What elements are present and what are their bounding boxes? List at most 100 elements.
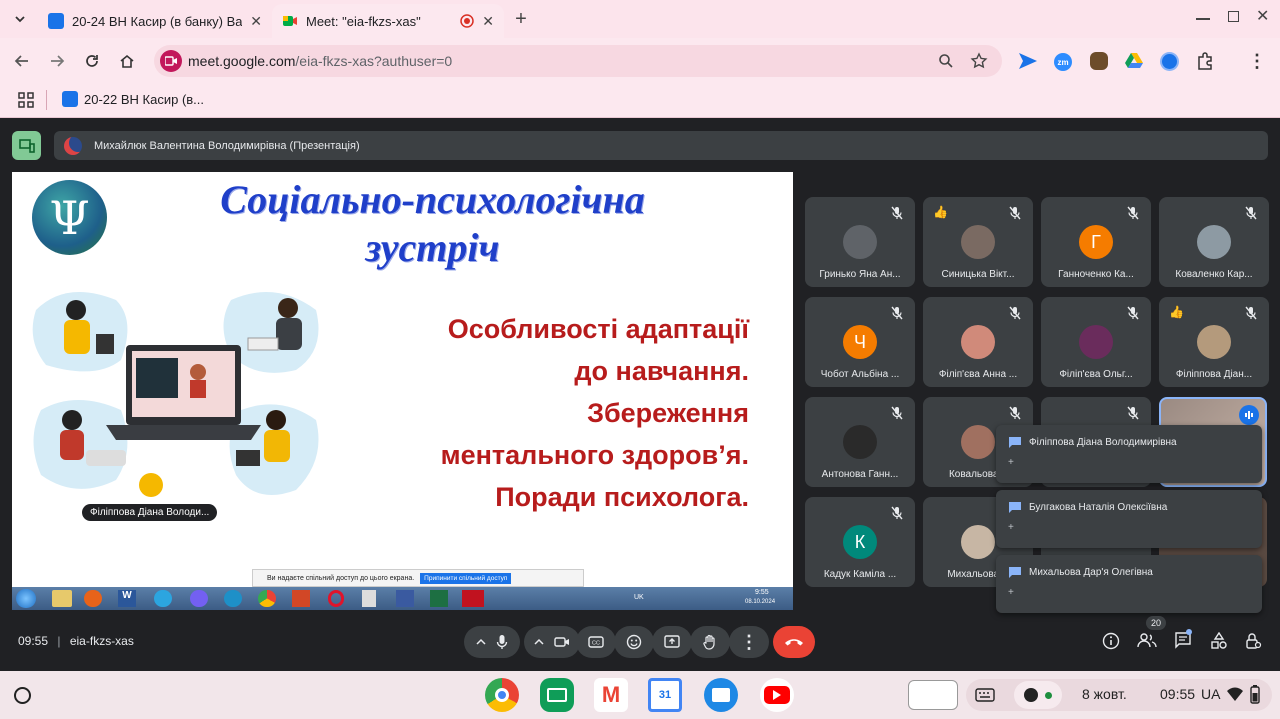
chat-notification[interactable]: Булгакова Наталія Олексіївна + bbox=[996, 490, 1262, 548]
holding-space-thumbnail[interactable] bbox=[908, 680, 958, 710]
youtube-app-icon[interactable] bbox=[760, 678, 794, 712]
participant-tile[interactable]: Філіппова Діан... 👍 bbox=[1159, 297, 1269, 387]
screen-share-icon bbox=[1023, 688, 1038, 702]
activities-icon[interactable] bbox=[1210, 632, 1228, 650]
shelf-lang[interactable]: UA bbox=[1201, 686, 1220, 702]
taskbar-time: 9:55 bbox=[755, 589, 769, 596]
info-icon[interactable] bbox=[1102, 632, 1120, 650]
minimize-button[interactable] bbox=[1196, 18, 1210, 20]
divider bbox=[46, 90, 47, 110]
close-icon[interactable]: ✕ bbox=[250, 13, 262, 30]
present-screen-button[interactable] bbox=[652, 626, 692, 658]
folder-glyph bbox=[712, 688, 730, 702]
address-bar[interactable]: meet.google.com/eia-fkzs-xas?authuser=0 bbox=[154, 45, 1002, 77]
slide-body: Особливості адаптації до навчання. Збере… bbox=[441, 308, 749, 518]
chevron-up-icon bbox=[534, 638, 544, 645]
puzzle-icon[interactable] bbox=[1196, 52, 1214, 70]
captions-button[interactable]: CC bbox=[576, 626, 616, 658]
taskbar-app-icon bbox=[84, 590, 102, 607]
keyboard-icon[interactable] bbox=[975, 687, 995, 703]
send-extension-icon[interactable] bbox=[1018, 52, 1038, 70]
gmail-app-icon[interactable]: M bbox=[594, 678, 628, 712]
participant-tile[interactable]: Філіп'єва Ольг... bbox=[1041, 297, 1151, 387]
chrome-icon bbox=[258, 590, 276, 607]
participant-tile[interactable]: Синицька Вікт... 👍 bbox=[923, 197, 1033, 287]
reactions-button[interactable] bbox=[614, 626, 654, 658]
participant-tile[interactable]: Філіп'єва Анна ... bbox=[923, 297, 1033, 387]
people-icon[interactable] bbox=[1137, 632, 1157, 650]
microphone-button[interactable] bbox=[464, 626, 520, 658]
extension-dot-icon[interactable] bbox=[1162, 54, 1177, 69]
host-controls-icon[interactable] bbox=[1244, 632, 1262, 650]
mic-icon bbox=[496, 635, 508, 649]
shelf-time[interactable]: 09:55 bbox=[1160, 686, 1195, 702]
leave-call-button[interactable] bbox=[773, 626, 815, 658]
tab-title: 20-24 ВН Касир (в банку) Вал... bbox=[72, 13, 243, 29]
maximize-button[interactable] bbox=[1228, 11, 1239, 22]
owl-extension-icon[interactable] bbox=[1090, 52, 1108, 70]
files-app-icon[interactable] bbox=[704, 678, 738, 712]
shelf-date[interactable]: 8 жовт. bbox=[1082, 686, 1127, 702]
capture-indicators[interactable] bbox=[1014, 681, 1062, 709]
zoom-extension-icon[interactable]: zm bbox=[1054, 53, 1072, 71]
back-button[interactable] bbox=[8, 47, 36, 75]
apps-grid-icon[interactable] bbox=[18, 92, 34, 108]
mic-off-icon bbox=[1009, 306, 1021, 320]
close-icon[interactable]: ✕ bbox=[482, 13, 494, 30]
calendar-app-icon[interactable]: 31 bbox=[648, 678, 682, 712]
devices-icon bbox=[18, 138, 35, 153]
more-vert-icon: ⋮ bbox=[740, 631, 758, 652]
participant-name: Філіп'єва Ольг... bbox=[1059, 369, 1133, 380]
close-window-button[interactable]: ✕ bbox=[1256, 6, 1269, 26]
taskbar-app-icon bbox=[52, 590, 72, 607]
mic-off-icon bbox=[1009, 206, 1021, 220]
participant-tile[interactable]: К Кадук Каміла ... bbox=[805, 497, 915, 587]
chat-notification[interactable]: Михальова Дар'я Олегівна + bbox=[996, 555, 1262, 613]
tab-vacancy[interactable]: 20-24 ВН Касир (в банку) Вал... ✕ bbox=[38, 4, 272, 38]
video-camera-icon bbox=[554, 637, 569, 647]
play-glyph bbox=[773, 690, 781, 700]
participant-tile[interactable]: Гринько Яна Ан... bbox=[805, 197, 915, 287]
chat-icon bbox=[1009, 437, 1021, 448]
chat-sender: Філіппова Діана Володимирівна bbox=[1029, 437, 1177, 448]
telegram-icon bbox=[154, 590, 172, 607]
more-options-button[interactable]: ⋮ bbox=[729, 626, 769, 658]
mic-off-icon bbox=[1009, 406, 1021, 420]
chat-message: + bbox=[1008, 522, 1014, 533]
site-info-icon[interactable] bbox=[160, 50, 182, 72]
bookmark-item[interactable]: 20-22 ВН Касир (в... bbox=[62, 91, 204, 107]
forward-button[interactable] bbox=[43, 47, 71, 75]
share-notice-text: Ви надаєте спільний доступ до цього екра… bbox=[267, 574, 415, 582]
docs-favicon-icon bbox=[48, 13, 64, 29]
camera-button[interactable] bbox=[524, 626, 580, 658]
participant-name: Синицька Вікт... bbox=[941, 269, 1015, 280]
classroom-app-icon[interactable] bbox=[540, 678, 574, 712]
drive-extension-icon[interactable] bbox=[1124, 52, 1144, 70]
launcher-button[interactable] bbox=[14, 687, 31, 704]
participant-avatar bbox=[1079, 325, 1113, 359]
reload-button[interactable] bbox=[78, 47, 106, 75]
wifi-icon[interactable] bbox=[1226, 686, 1244, 702]
participant-tile[interactable]: Г Ганноченко Ка... bbox=[1041, 197, 1151, 287]
chat-message: + bbox=[1008, 587, 1014, 598]
star-icon[interactable] bbox=[970, 52, 988, 70]
home-button[interactable] bbox=[113, 47, 141, 75]
stop-share-button[interactable]: Припинити спільний доступ bbox=[420, 572, 512, 584]
participant-tile[interactable]: Коваленко Кар... bbox=[1159, 197, 1269, 287]
participant-tile[interactable]: Антонова Ганн... bbox=[805, 397, 915, 487]
chrome-app-icon[interactable] bbox=[485, 678, 519, 712]
chrome-center bbox=[495, 688, 509, 702]
new-tab-button[interactable]: + bbox=[507, 5, 535, 33]
raise-hand-button[interactable] bbox=[690, 626, 730, 658]
mic-off-icon bbox=[891, 406, 903, 420]
zoom-icon[interactable] bbox=[938, 53, 954, 69]
mic-off-icon bbox=[1127, 206, 1139, 220]
tab-meet[interactable]: Meet: "eia-fkzs-xas" ✕ bbox=[272, 4, 504, 38]
presentation-layout-button[interactable] bbox=[12, 131, 41, 160]
battery-icon[interactable] bbox=[1250, 684, 1260, 704]
participant-tile[interactable]: Ч Чобот Альбіна ... bbox=[805, 297, 915, 387]
chat-notification[interactable]: Філіппова Діана Володимирівна + bbox=[996, 425, 1262, 483]
menu-icon[interactable]: ⋮ bbox=[1248, 50, 1266, 72]
chevron-up-icon bbox=[476, 638, 486, 645]
tab-search-button[interactable] bbox=[6, 5, 34, 33]
